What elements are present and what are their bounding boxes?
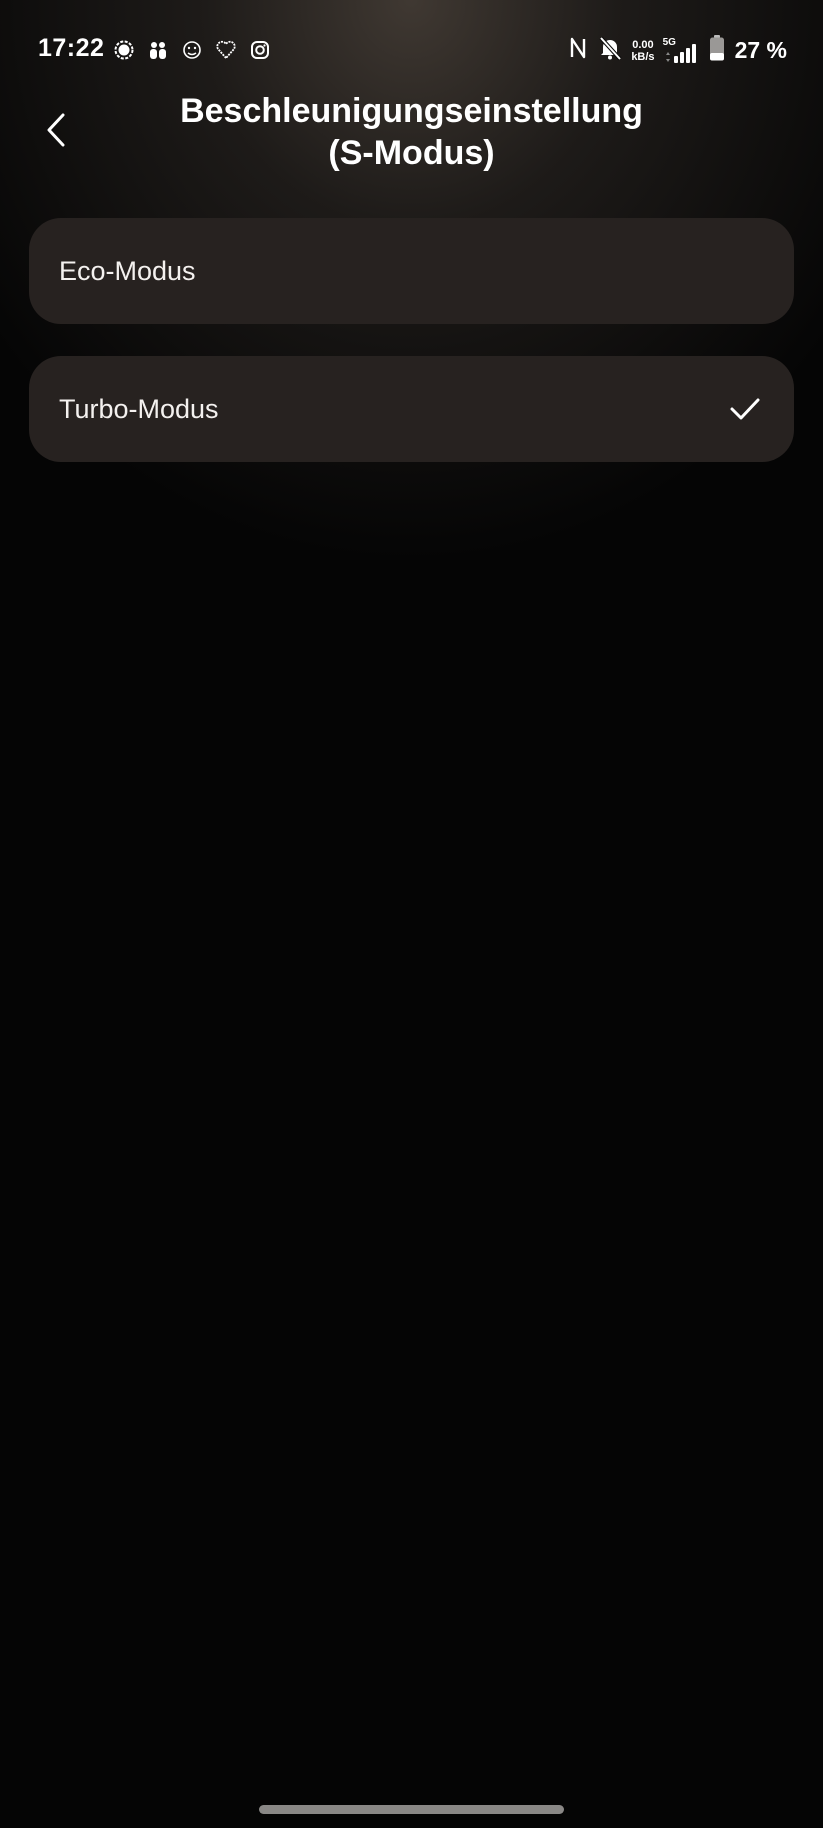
- home-indicator[interactable]: [259, 1805, 564, 1814]
- net-speed-unit: kB/s: [631, 50, 655, 63]
- bell-off-icon: [597, 35, 623, 66]
- option-eco-mode[interactable]: Eco-Modus: [29, 218, 794, 324]
- network-speed: 0.00 kB/s: [631, 39, 654, 63]
- lion-app-icon: [180, 38, 204, 62]
- status-bar: 17:22 0.00 kB/s 5G 27 %: [0, 0, 823, 102]
- option-label: Eco-Modus: [59, 255, 196, 286]
- nfc-icon: [567, 35, 589, 66]
- checkmark-icon: [728, 392, 762, 426]
- status-time: 17:22: [38, 34, 105, 62]
- contacts-icon: [146, 38, 170, 62]
- heart-rate-icon: [214, 38, 238, 62]
- battery-icon: [709, 34, 725, 67]
- chevron-left-icon: [47, 113, 65, 147]
- notification-icons: [112, 38, 272, 62]
- back-button[interactable]: [36, 110, 76, 150]
- signal-bars-icon: [665, 43, 696, 63]
- signal-messenger-icon: [112, 38, 136, 62]
- battery-percent: 27 %: [734, 37, 787, 63]
- cell-signal: 5G: [663, 37, 701, 65]
- option-label: Turbo-Modus: [59, 393, 219, 424]
- page-title: Beschleunigungseinstellung (S-Modus): [180, 92, 643, 172]
- net-speed-value: 0.00: [632, 38, 654, 51]
- instagram-icon: [248, 38, 272, 62]
- option-turbo-mode[interactable]: Turbo-Modus: [29, 356, 794, 462]
- status-right-icons: 0.00 kB/s 5G 27 %: [567, 34, 787, 67]
